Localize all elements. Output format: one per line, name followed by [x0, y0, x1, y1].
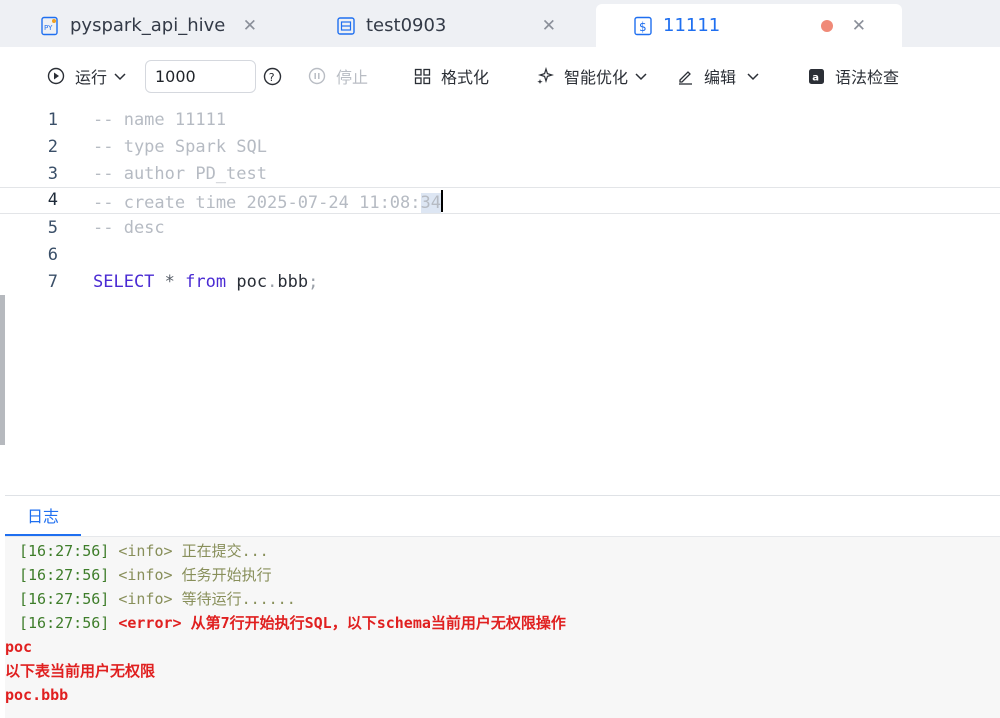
unsaved-indicator [821, 20, 833, 32]
tab-bar: PY pyspark_api_hive ✕ test0903 ✕ $ 11111… [0, 0, 1000, 47]
tab-log[interactable]: 日志 [5, 496, 81, 536]
text-cursor [441, 190, 443, 212]
smart-optimize-label: 智能优化 [564, 68, 629, 87]
tab-label: test0903 [366, 15, 447, 36]
workflow-file-icon [336, 16, 356, 36]
log-level: <info> [118, 590, 173, 608]
format-button[interactable]: 格式化 [414, 47, 489, 105]
edit-label: 编辑 [704, 68, 737, 87]
sql-schema: poc [236, 272, 268, 292]
editor-line[interactable]: 1 -- name 11111 [0, 107, 1000, 134]
syntax-check-label: 语法检查 [835, 68, 900, 87]
line-number: 6 [47, 245, 58, 265]
log-entry-error: [16:27:56] <error> 从第7行开始执行SQL，以下schema当… [19, 611, 1000, 635]
log-message: 正在提交... [181, 542, 269, 560]
pause-circle-icon [308, 67, 326, 85]
svg-text:$: $ [639, 20, 647, 34]
chevron-down-icon [114, 73, 126, 81]
line-number: 2 [47, 137, 58, 157]
svg-text:?: ? [269, 71, 275, 84]
run-button[interactable]: 运行 [47, 47, 127, 105]
sql-table: bbb [277, 272, 309, 292]
log-level: <info> [118, 566, 173, 584]
run-label: 运行 [75, 68, 108, 87]
scroll-handle[interactable] [0, 295, 5, 445]
syntax-check-icon: a [809, 68, 824, 84]
editor-line[interactable]: 7 SELECT * from poc.bbb; [0, 269, 1000, 296]
python-file-icon: PY [40, 16, 60, 36]
log-timestamp: [16:27:56] [19, 566, 110, 584]
svg-text:a: a [812, 72, 819, 83]
chevron-down-icon [747, 73, 759, 81]
log-message: 等待运行...... [181, 590, 296, 608]
stop-button[interactable]: 停止 [308, 47, 368, 105]
log-level: <error> [118, 614, 182, 632]
log-message: 任务开始执行 [181, 566, 272, 584]
log-error-detail: 以下表当前用户无权限 [5, 662, 156, 680]
grid-icon [414, 68, 431, 84]
tab-11111[interactable]: $ 11111 ✕ [596, 4, 902, 47]
smart-optimize-button[interactable]: 智能优化 [536, 47, 648, 105]
line-number: 3 [47, 164, 58, 184]
code-comment: -- create time 2025-07-24 11:08:34 [93, 190, 443, 213]
editor-line[interactable]: 2 -- type Spark SQL [0, 134, 1000, 161]
selected-text: 34 [420, 193, 441, 213]
log-level: <info> [118, 542, 173, 560]
log-timestamp: [16:27:56] [19, 590, 110, 608]
sql-editor[interactable]: 1 -- name 11111 2 -- type Spark SQL 3 --… [0, 105, 1000, 495]
syntax-check-button[interactable]: a 语法检查 [808, 47, 899, 105]
log-output[interactable]: [16:27:56] <info> 正在提交... [16:27:56] <in… [5, 537, 1000, 718]
stop-label: 停止 [336, 68, 369, 87]
close-icon[interactable]: ✕ [852, 16, 866, 36]
tab-label: 11111 [663, 15, 721, 36]
close-icon[interactable]: ✕ [542, 16, 556, 36]
pencil-icon [679, 70, 692, 85]
line-number: 1 [47, 110, 58, 130]
sql-semicolon: ; [308, 272, 319, 292]
code-comment: -- type Spark SQL [93, 137, 267, 157]
svg-text:PY: PY [44, 24, 53, 32]
log-entry: [16:27:56] <info> 任务开始执行 [19, 563, 1000, 587]
editor-line[interactable]: 3 -- author PD_test [0, 161, 1000, 188]
tab-label: pyspark_api_hive [70, 15, 226, 36]
sql-keyword: from [185, 272, 227, 292]
row-limit-input[interactable]: 1000 [145, 60, 256, 93]
editor-line-current[interactable]: 4 -- create time 2025-07-24 11:08:34 [0, 187, 1000, 214]
code-comment: -- name 11111 [93, 110, 227, 130]
chevron-down-icon [635, 73, 647, 81]
play-circle-icon [47, 67, 65, 85]
sql-operator: * [164, 272, 175, 292]
log-message: 从第7行开始执行SQL，以下schema当前用户无权限操作 [190, 614, 566, 632]
close-icon[interactable]: ✕ [243, 16, 257, 36]
line-number: 7 [47, 272, 58, 292]
code-comment: -- author PD_test [93, 164, 267, 184]
sql-statement: SELECT * from poc.bbb; [93, 272, 318, 292]
edit-button[interactable]: 编辑 [677, 47, 760, 105]
log-error-detail: poc [5, 638, 33, 656]
log-entry: [16:27:56] <info> 等待运行...... [19, 587, 1000, 611]
format-label: 格式化 [441, 68, 490, 87]
editor-line[interactable]: 6 [0, 242, 1000, 269]
tab-pyspark-api-hive[interactable]: PY pyspark_api_hive ✕ [40, 4, 295, 47]
code-comment: -- desc [93, 218, 165, 238]
editor-line[interactable]: 5 -- desc [0, 215, 1000, 242]
sql-dot: . [267, 272, 278, 292]
log-panel: 日志 [16:27:56] <info> 正在提交... [16:27:56] … [5, 495, 1000, 718]
log-entry: [16:27:56] <info> 正在提交... [19, 539, 1000, 563]
question-circle-icon: ? [263, 67, 282, 85]
log-error-detail: poc.bbb [5, 686, 69, 704]
sql-keyword: SELECT [93, 272, 155, 292]
sql-file-icon: $ [633, 16, 653, 36]
log-timestamp: [16:27:56] [19, 614, 110, 632]
comment-text: -- create time 2025-07-24 11:08: [93, 193, 421, 213]
line-number: 5 [47, 218, 58, 238]
log-timestamp: [16:27:56] [19, 542, 110, 560]
tab-test0903[interactable]: test0903 ✕ [336, 4, 594, 47]
line-number: 4 [47, 190, 58, 210]
editor-toolbar: 运行 1000 ? 停止 格式化 智能优化 编辑 a 语法检查 [0, 47, 1000, 105]
sparkle-icon [537, 67, 554, 84]
help-button[interactable]: ? [263, 47, 292, 105]
